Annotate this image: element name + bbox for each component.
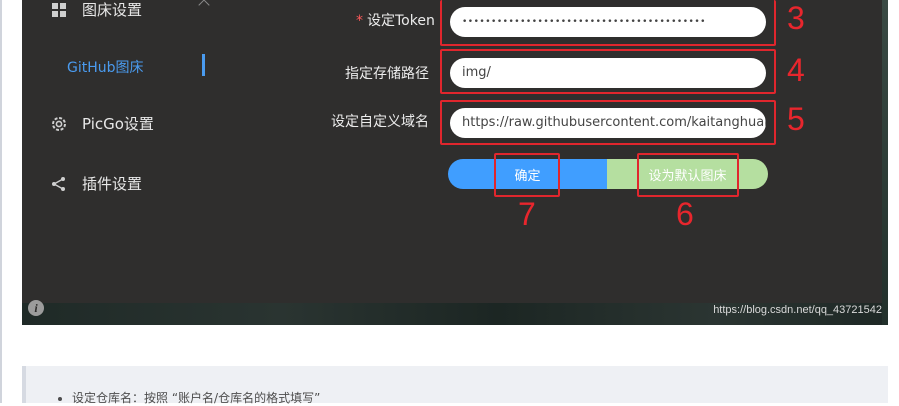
annotation-number-7: 7 [518,196,536,232]
annotation-box-5 [440,100,776,145]
sidebar-item-picgo-settings[interactable]: PicGo设置 [50,113,154,134]
token-label: * 设定Token [356,13,435,29]
sidebar-item-label: 图床设置 [82,1,143,19]
annotation-number-4: 4 [787,52,805,88]
window-edge [882,0,888,325]
share-icon [50,175,68,193]
annotation-box-3 [440,0,776,46]
bullet-list: 设定仓库名：按照 “账户名/仓库名的格式填写” [26,389,320,406]
blockquote: 设定仓库名：按照 “账户名/仓库名的格式填写” [22,366,888,406]
sidebar-item-label: 插件设置 [82,175,143,193]
path-label: 指定存储路径 [345,66,429,82]
watermark: https://blog.csdn.net/qq_43721542 [713,304,882,316]
sidebar-item-github[interactable]: GitHub图床 [67,57,144,77]
sidebar-item-plugin-settings[interactable]: 插件设置 [50,173,142,194]
required-mark: * [356,13,363,29]
annotation-box-6 [637,153,739,197]
info-icon[interactable]: i [28,300,44,316]
annotation-box-4 [440,49,776,94]
annotation-number-5: 5 [787,101,805,137]
active-indicator [202,54,205,76]
picgo-screenshot: 图床设置 GitHub图床 PicGo设置 插件设置 * 设定Token 指定存储… [22,0,888,325]
domain-label: 设定自定义域名 [331,114,429,130]
annotation-number-3: 3 [787,0,805,36]
gear-icon [50,115,68,133]
sidebar-item-image-host-settings[interactable]: 图床设置 [50,0,210,20]
annotation-number-6: 6 [676,196,694,232]
chevron-up-icon [198,0,210,11]
page-left-border [0,0,2,403]
list-item: 设定仓库名：按照 “账户名/仓库名的格式填写” [72,389,320,406]
grid-icon [50,1,68,19]
annotation-box-7 [494,153,560,197]
sidebar-item-label: PicGo设置 [82,115,154,133]
